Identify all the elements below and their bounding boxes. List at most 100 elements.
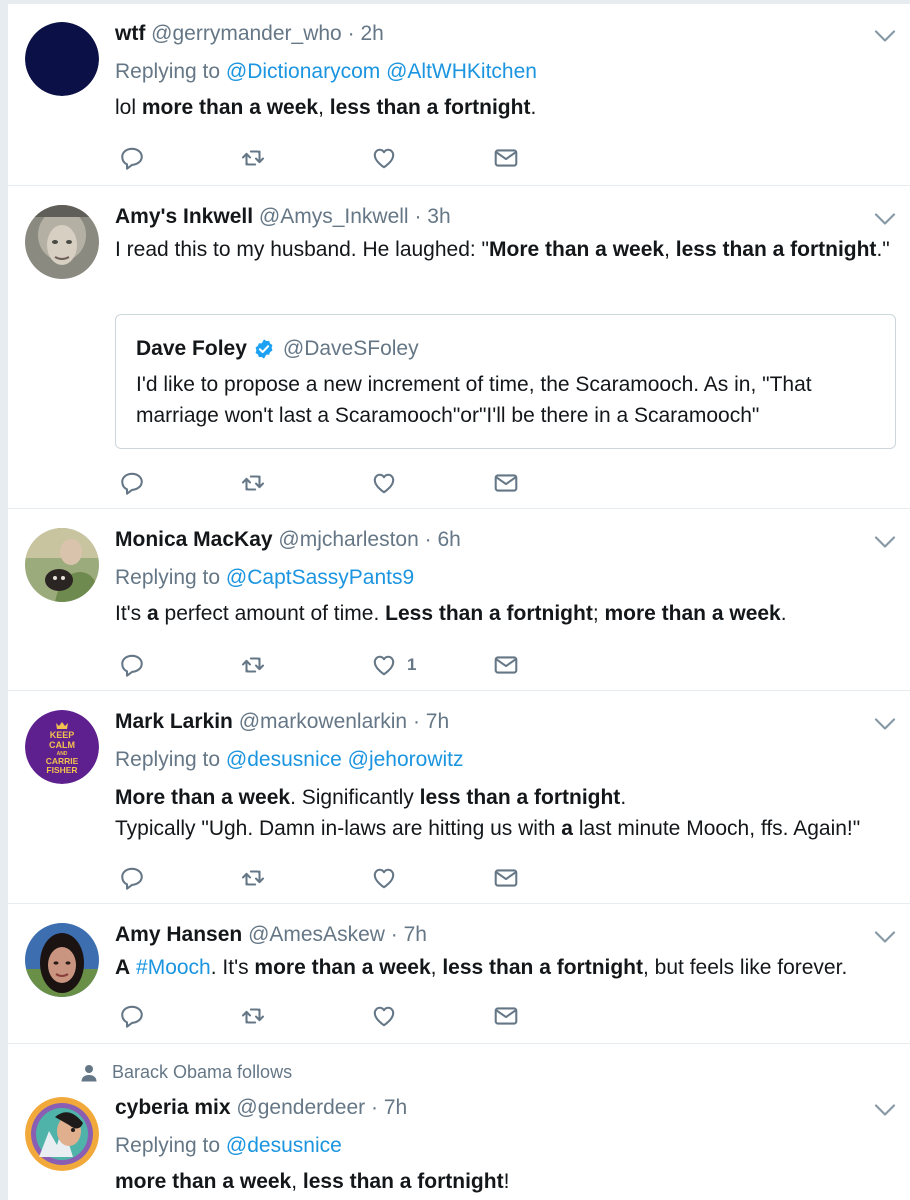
- timestamp[interactable]: 6h: [437, 528, 460, 551]
- avatar[interactable]: [25, 923, 99, 997]
- like-button[interactable]: [371, 144, 397, 172]
- tweet-timeline: wtf @gerrymander_who · 2h Replying to @D…: [8, 4, 910, 1200]
- like-count: 1: [407, 655, 417, 674]
- avatar[interactable]: KEEP CALM AND CARRIE FISHER: [25, 710, 99, 784]
- retweet-button[interactable]: [240, 1002, 266, 1030]
- separator-dot: ·: [414, 205, 422, 228]
- hashtag-link[interactable]: #Mooch: [136, 956, 211, 979]
- text-span: last minute Mooch, ffs. Again!": [572, 817, 861, 840]
- replying-to-label: Replying to: [115, 748, 221, 771]
- heart-icon: [371, 1003, 397, 1029]
- separator-dot: ·: [412, 710, 420, 733]
- retweet-button[interactable]: [240, 144, 266, 172]
- timestamp[interactable]: 7h: [404, 923, 427, 946]
- display-name[interactable]: wtf: [115, 22, 145, 45]
- replying-to: Replying to @desusnice: [115, 1132, 896, 1160]
- envelope-icon: [493, 470, 519, 496]
- avatar[interactable]: [25, 528, 99, 602]
- replying-to-label: Replying to: [115, 60, 221, 83]
- timestamp[interactable]: 3h: [427, 205, 450, 228]
- text-bold: less than a fortnight: [302, 1170, 504, 1193]
- reply-button[interactable]: [119, 651, 145, 679]
- tweet[interactable]: Barack Obama follows cyberia mix @gender…: [8, 1044, 910, 1200]
- timestamp[interactable]: 7h: [384, 1096, 407, 1119]
- direct-message-button[interactable]: [493, 144, 519, 172]
- quoted-tweet-text: I'd like to propose a new increment of t…: [136, 373, 812, 427]
- retweet-button[interactable]: [240, 651, 266, 679]
- mention-link[interactable]: @CaptSassyPants9: [226, 566, 414, 589]
- avatar[interactable]: [25, 22, 99, 96]
- retweet-button[interactable]: [240, 469, 266, 497]
- text-bold: more than a week: [115, 1170, 292, 1193]
- timestamp[interactable]: 7h: [426, 710, 449, 733]
- mention-link[interactable]: @jehorowitz: [348, 748, 464, 771]
- timestamp[interactable]: 2h: [360, 22, 383, 45]
- reply-button[interactable]: [119, 469, 145, 497]
- like-button[interactable]: 1: [371, 651, 416, 679]
- direct-message-button[interactable]: [493, 651, 519, 679]
- username[interactable]: @Amys_Inkwell: [259, 205, 409, 228]
- replying-to: Replying to @CaptSassyPants9: [115, 564, 896, 592]
- person-icon: [81, 1064, 97, 1081]
- text-bold: more than a week: [141, 96, 319, 119]
- reply-icon: [119, 865, 145, 891]
- avatar-text: KEEP: [50, 730, 75, 740]
- reply-button[interactable]: [119, 864, 145, 892]
- display-name[interactable]: Amy Hansen: [115, 923, 242, 946]
- reply-button[interactable]: [119, 144, 145, 172]
- text-bold: A: [115, 956, 131, 979]
- social-context: Barack Obama follows: [80, 1062, 292, 1083]
- text-span: ,: [430, 956, 443, 979]
- retweet-icon: [240, 652, 266, 678]
- retweet-icon: [240, 145, 266, 171]
- username[interactable]: @gerrymander_who: [151, 22, 342, 45]
- tweet-header: cyberia mix @genderdeer · 7h: [115, 1094, 896, 1122]
- mention-link[interactable]: @desusnice: [226, 748, 342, 771]
- heart-icon: [371, 145, 397, 171]
- tweet[interactable]: Amy Hansen @AmesAskew · 7h A #Mooch. It'…: [8, 904, 910, 1044]
- text-span: . It's: [210, 956, 255, 979]
- username[interactable]: @markowenlarkin: [239, 710, 407, 733]
- separator-dot: ·: [424, 528, 432, 551]
- avatar[interactable]: [25, 1097, 99, 1171]
- mention-link[interactable]: @desusnice: [226, 1134, 342, 1157]
- tweet-actions: 1: [115, 651, 535, 681]
- replying-to-label: Replying to: [115, 566, 221, 589]
- text-bold: less than a fortnight: [419, 786, 621, 809]
- like-button[interactable]: [371, 1002, 397, 1030]
- display-name[interactable]: Mark Larkin: [115, 710, 233, 733]
- like-button[interactable]: [371, 864, 397, 892]
- quoted-tweet[interactable]: Dave Foley @DaveSFoley I'd like to propo…: [115, 314, 896, 449]
- display-name[interactable]: Monica MacKay: [115, 528, 273, 551]
- retweet-icon: [240, 1003, 266, 1029]
- retweet-icon: [240, 865, 266, 891]
- avatar[interactable]: [25, 205, 99, 279]
- like-button[interactable]: [371, 469, 397, 497]
- mention-link[interactable]: @Dictionarycom: [226, 60, 380, 83]
- heart-icon: [371, 470, 397, 496]
- direct-message-button[interactable]: [493, 864, 519, 892]
- tweet[interactable]: Amy's Inkwell @Amys_Inkwell · 3h I read …: [8, 186, 910, 509]
- username[interactable]: @genderdeer: [236, 1096, 365, 1119]
- tweet[interactable]: Monica MacKay @mjcharleston · 6h Replyin…: [8, 509, 910, 691]
- tweet-actions: [115, 469, 535, 499]
- reply-button[interactable]: [119, 1002, 145, 1030]
- tweet-actions: [115, 144, 535, 174]
- separator-dot: ·: [371, 1096, 379, 1119]
- display-name[interactable]: Amy's Inkwell: [115, 205, 253, 228]
- tweet[interactable]: KEEP CALM AND CARRIE FISHER Mark Larkin …: [8, 691, 910, 904]
- display-name[interactable]: cyberia mix: [115, 1096, 231, 1119]
- text-span: ;: [592, 602, 605, 625]
- tweet[interactable]: wtf @gerrymander_who · 2h Replying to @D…: [8, 4, 910, 186]
- retweet-button[interactable]: [240, 864, 266, 892]
- text-span: ,: [318, 96, 330, 119]
- username[interactable]: @AmesAskew: [248, 923, 385, 946]
- tweet-text: More than a week. Significantly less tha…: [115, 782, 896, 844]
- direct-message-button[interactable]: [493, 1002, 519, 1030]
- tweet-text: It's a perfect amount of time. Less than…: [115, 598, 896, 629]
- mention-link[interactable]: @AltWHKitchen: [386, 60, 537, 83]
- replying-to: Replying to @Dictionarycom @AltWHKitchen: [115, 58, 896, 86]
- text-span: .: [530, 96, 537, 119]
- username[interactable]: @mjcharleston: [278, 528, 418, 551]
- direct-message-button[interactable]: [493, 469, 519, 497]
